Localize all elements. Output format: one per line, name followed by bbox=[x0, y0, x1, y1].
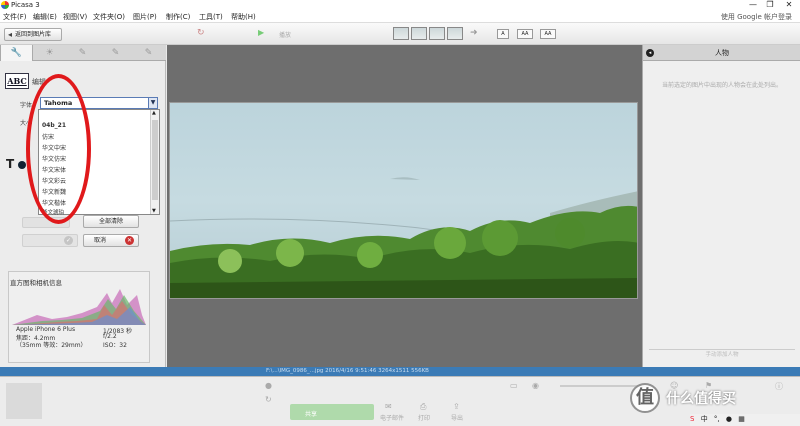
annotation-oval bbox=[26, 74, 91, 224]
back-label: 返回到图片库 bbox=[15, 31, 52, 38]
text-color-swatch[interactable] bbox=[18, 161, 26, 169]
menu-file[interactable]: 文件(F) bbox=[3, 12, 27, 22]
camera-aperture: f/2.2 bbox=[103, 333, 117, 340]
rotate-icon[interactable]: ↻ bbox=[197, 28, 205, 38]
scroll-down-icon[interactable]: ▼ bbox=[152, 208, 156, 214]
google-login-link[interactable]: 使用 Google 帐户登录 bbox=[721, 12, 792, 22]
chevron-down-icon[interactable]: ▼ bbox=[148, 98, 157, 108]
edit-tabs: 🔧 ☀ ✎ ✎ ✎ bbox=[0, 45, 166, 61]
thumbnail-2[interactable] bbox=[411, 27, 427, 40]
play-icon[interactable]: ▶ bbox=[258, 28, 264, 37]
apply-button[interactable]: ✓ bbox=[22, 234, 78, 247]
people-panel: ◂ 人物 当前选定的图片中出现的人物会在此处列出。 手动添加人物 bbox=[642, 45, 800, 367]
minimize-button[interactable]: — bbox=[746, 0, 760, 10]
watermark-logo-icon: 值 bbox=[630, 383, 660, 413]
share-label: 共享 bbox=[305, 411, 318, 418]
text-tool-icon: ABC bbox=[5, 73, 29, 89]
play-label[interactable]: 播放 bbox=[279, 30, 291, 39]
people-title: 人物 bbox=[715, 49, 729, 57]
tray-thumbnail[interactable] bbox=[6, 383, 42, 419]
back-arrow-icon: ◂ bbox=[8, 30, 13, 39]
wrench-icon: 🔧 bbox=[10, 48, 23, 58]
text-size-large-button[interactable]: AA bbox=[540, 29, 556, 39]
print-icon[interactable]: ⎙ bbox=[420, 402, 426, 412]
camera-icon[interactable]: ◉ bbox=[532, 381, 539, 390]
menu-help[interactable]: 帮助(H) bbox=[231, 12, 256, 22]
close-button[interactable]: ✕ bbox=[782, 0, 796, 10]
text-size-medium-button[interactable]: AA bbox=[517, 29, 533, 39]
menu-tools[interactable]: 工具(T) bbox=[199, 12, 223, 22]
tab-effects-1[interactable]: ✎ bbox=[66, 45, 99, 61]
people-header: ◂ 人物 bbox=[643, 45, 800, 61]
status-bar: F:\...\IMG_0986_...jpg 2016/4/16 9:51:46… bbox=[0, 367, 800, 376]
cancel-label: 取消 bbox=[94, 237, 107, 244]
check-icon: ✓ bbox=[64, 236, 73, 245]
pin-icon[interactable]: ● bbox=[265, 381, 272, 390]
people-description: 当前选定的图片中出现的人物会在此处列出。 bbox=[661, 82, 782, 89]
title-bar: Picasa 3 — ❐ ✕ bbox=[0, 0, 800, 10]
brush-icon: ✎ bbox=[78, 48, 87, 58]
back-to-library-button[interactable]: ◂ 返回到图片库 bbox=[4, 28, 62, 41]
ime-language-icon[interactable]: 中 bbox=[701, 415, 708, 423]
menu-view[interactable]: 视图(V) bbox=[63, 12, 87, 22]
cancel-x-icon: ✕ bbox=[125, 236, 134, 245]
menu-create[interactable]: 制作(C) bbox=[166, 12, 190, 22]
add-person-button[interactable]: 手动添加人物 bbox=[649, 349, 795, 360]
maximize-button[interactable]: ❐ bbox=[763, 0, 777, 10]
menu-bar: 文件(F) 编辑(E) 视图(V) 文件夹(O) 图片(P) 制作(C) 工具(… bbox=[0, 10, 800, 23]
menu-edit[interactable]: 编辑(E) bbox=[33, 12, 57, 22]
landscape-photo[interactable] bbox=[169, 102, 638, 299]
tab-basic-fixes[interactable]: 🔧 bbox=[0, 45, 33, 61]
font-list-scrollbar[interactable]: ▲ ▼ bbox=[150, 110, 159, 214]
share-button[interactable] bbox=[290, 404, 374, 420]
thumbnail-4[interactable] bbox=[447, 27, 463, 40]
ime-logo-icon[interactable]: S bbox=[690, 415, 694, 423]
clear-all-button[interactable]: 全部清除 bbox=[83, 215, 139, 228]
menu-folder[interactable]: 文件夹(O) bbox=[93, 12, 125, 22]
export-label: 导出 bbox=[451, 415, 464, 422]
tab-effects-3[interactable]: ✎ bbox=[132, 45, 165, 61]
watermark-text: 什么值得买 bbox=[666, 391, 736, 407]
thumbnail-3[interactable] bbox=[429, 27, 445, 40]
keyboard-icon[interactable]: ▦ bbox=[738, 415, 745, 423]
mic-icon[interactable]: ● bbox=[726, 415, 732, 423]
tab-effects-2[interactable]: ✎ bbox=[99, 45, 132, 61]
picasa-logo-icon bbox=[1, 1, 9, 9]
brush-icon: ✎ bbox=[144, 48, 153, 58]
caption-icon[interactable]: ▭ bbox=[510, 381, 518, 390]
print-label: 打印 bbox=[418, 415, 431, 422]
brush-icon: ✎ bbox=[111, 48, 120, 58]
histogram-chart bbox=[12, 289, 146, 325]
email-label: 电子邮件 bbox=[380, 415, 405, 422]
collapse-icon[interactable]: ◂ bbox=[646, 49, 654, 57]
email-icon[interactable]: ✉ bbox=[385, 402, 392, 411]
camera-equiv: （35mm 等效：29mm） bbox=[16, 342, 87, 349]
ime-taskbar: S 中 °, ● ▦ bbox=[690, 414, 800, 426]
thumbnail-1[interactable] bbox=[393, 27, 409, 40]
menu-picture[interactable]: 图片(P) bbox=[133, 12, 157, 22]
rotate-icon[interactable]: ↻ bbox=[265, 395, 272, 404]
sun-icon: ☀ bbox=[45, 48, 54, 58]
scrollbar-thumb[interactable] bbox=[152, 120, 158, 200]
export-icon[interactable]: ⇪ bbox=[453, 402, 460, 411]
cancel-button[interactable]: 取消 ✕ bbox=[83, 234, 139, 247]
text-size-small-button[interactable]: A bbox=[497, 29, 509, 39]
status-text: F:\...\IMG_0986_...jpg 2016/4/16 9:51:46… bbox=[266, 368, 429, 374]
next-arrow-icon[interactable]: ➜ bbox=[470, 28, 478, 38]
camera-model: Apple iPhone 6 Plus bbox=[16, 326, 76, 333]
tab-tuning[interactable]: ☀ bbox=[33, 45, 66, 61]
scroll-up-icon[interactable]: ▲ bbox=[152, 110, 156, 116]
ime-punct-icon[interactable]: °, bbox=[714, 415, 720, 423]
toolbar: ◂ 返回到图片库 ↻ ▶ 播放 ➜ A AA AA bbox=[0, 23, 800, 45]
edit-panel: 🔧 ☀ ✎ ✎ ✎ ABC 编辑 字体 大小 Tahoma ▼ 04b_21 仿… bbox=[0, 45, 166, 367]
camera-iso: ISO：32 bbox=[103, 342, 127, 349]
window-title: Picasa 3 bbox=[11, 1, 40, 9]
text-color-icon[interactable]: T bbox=[6, 157, 14, 171]
